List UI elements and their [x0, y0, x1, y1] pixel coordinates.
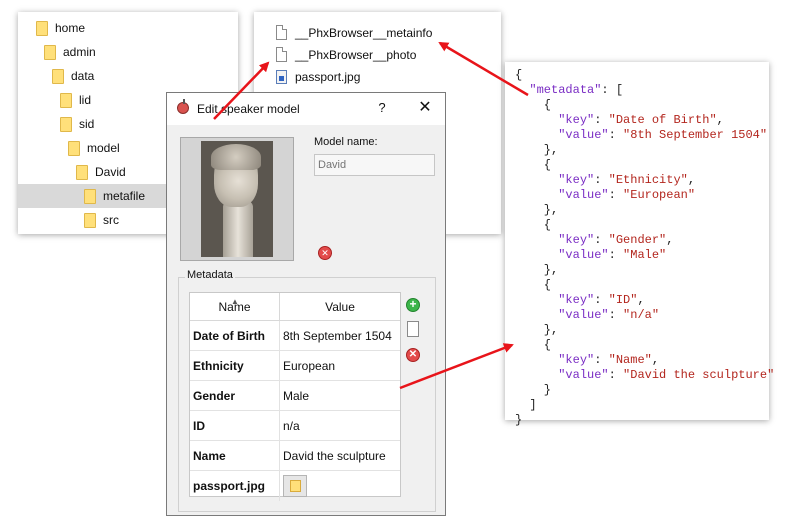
folder-icon — [36, 21, 48, 36]
tree-item-label: sid — [79, 117, 95, 131]
statue-neck — [223, 201, 253, 257]
tree-item-home[interactable]: home — [18, 16, 238, 40]
json-line: "key": "Date of Birth", — [558, 113, 724, 127]
tree-item-label: David — [95, 165, 126, 179]
json-line: } — [515, 383, 552, 397]
table-cell-value[interactable]: Male — [280, 381, 400, 411]
json-viewer: { "metadata": [ { "key": "Date of Birth"… — [505, 62, 774, 427]
edit-speaker-dialog: Edit speaker model ? ✕ Model name: ✕ Met… — [166, 92, 446, 516]
dialog-titlebar[interactable]: Edit speaker model ? ✕ — [167, 93, 445, 125]
json-line: }, — [515, 263, 559, 277]
file-item-label: passport.jpg — [295, 70, 361, 84]
json-line: "value": "8th September 1504" — [558, 128, 768, 142]
sort-up-icon: ▲ — [231, 297, 239, 306]
column-header-value[interactable]: Value — [280, 293, 400, 321]
file-item-label: __PhxBrowser__metainfo — [295, 26, 433, 40]
tree-item-data[interactable]: data — [18, 64, 238, 88]
image-file-icon — [276, 70, 287, 84]
table-cell-value[interactable]: European — [280, 351, 400, 381]
folder-icon — [60, 117, 72, 132]
tree-item-label: model — [87, 141, 120, 155]
tree-item-label: data — [71, 69, 95, 83]
json-line: { — [515, 338, 552, 352]
folder-icon — [44, 45, 56, 60]
file-item-label: __PhxBrowser__photo — [295, 48, 417, 62]
tree-item-label: src — [103, 213, 119, 227]
json-line: { — [515, 68, 523, 82]
tree-item-label: home — [55, 21, 86, 35]
table-cell-key[interactable]: Name — [190, 441, 280, 471]
json-line: "key": "Ethnicity", — [558, 173, 696, 187]
remove-row-icon[interactable]: ✕ — [406, 348, 420, 362]
json-line: "key": "Gender", — [558, 233, 674, 247]
tree-item-admin[interactable]: admin — [18, 40, 238, 64]
document-icon — [276, 25, 287, 40]
table-cell-value[interactable]: 8th September 1504 — [280, 321, 400, 351]
table-cell-key[interactable]: Gender — [190, 381, 280, 411]
close-button[interactable]: ✕ — [415, 98, 435, 118]
json-line: "metadata": [ — [529, 83, 624, 97]
column-header-label: Value — [325, 300, 355, 314]
photo-frame[interactable] — [180, 137, 294, 261]
tree-item-label: metafile — [103, 189, 146, 203]
clear-photo-icon[interactable]: ✕ — [318, 246, 332, 260]
json-line: "value": "David the sculpture" — [558, 368, 775, 382]
model-name-label: Model name: — [314, 136, 378, 148]
json-line: ] — [515, 398, 537, 412]
json-line: }, — [515, 203, 559, 217]
folder-icon — [290, 480, 301, 492]
browse-file-button[interactable] — [283, 475, 307, 497]
document-icon — [276, 47, 287, 62]
table-cell-value[interactable]: David the sculpture — [280, 441, 400, 471]
json-line: { — [515, 218, 552, 232]
folder-icon — [84, 213, 96, 228]
json-line: }, — [515, 323, 559, 337]
tree-item-label: admin — [63, 45, 96, 59]
folder-icon — [60, 93, 72, 108]
statue-hair — [211, 144, 261, 170]
json-line: "key": "ID", — [558, 293, 645, 307]
help-button[interactable]: ? — [373, 99, 391, 117]
speaker-photo — [201, 141, 273, 257]
folder-icon — [52, 69, 64, 84]
model-name-input[interactable] — [314, 154, 435, 176]
add-row-icon[interactable]: + — [406, 298, 420, 312]
folder-icon — [84, 189, 96, 204]
metadata-table: ▲ Name Value Date of Birth 8th September… — [189, 292, 401, 501]
new-file-icon[interactable] — [407, 321, 419, 337]
json-line: { — [515, 158, 552, 172]
folder-icon — [68, 141, 80, 156]
app-icon — [177, 99, 189, 114]
table-cell-value[interactable]: n/a — [280, 411, 400, 441]
tree-item-label: lid — [79, 93, 92, 107]
json-line: { — [515, 278, 552, 292]
json-line: { — [515, 98, 552, 112]
table-cell-key[interactable]: ID — [190, 411, 280, 441]
metadata-title: Metadata — [185, 269, 235, 281]
json-line: } — [515, 413, 523, 427]
json-line: "value": "Male" — [558, 248, 667, 262]
json-line: "value": "n/a" — [558, 308, 660, 322]
table-cell-key[interactable]: Ethnicity — [190, 351, 280, 381]
json-line: "value": "European" — [558, 188, 696, 202]
column-header-name[interactable]: ▲ Name — [190, 293, 280, 321]
json-line: "key": "Name", — [558, 353, 660, 367]
table-cell-key[interactable]: Date of Birth — [190, 321, 280, 351]
table-cell-key[interactable]: passport.jpg — [190, 471, 280, 501]
json-line: }, — [515, 143, 559, 157]
folder-icon — [76, 165, 88, 180]
dialog-title: Edit speaker model — [197, 102, 300, 116]
